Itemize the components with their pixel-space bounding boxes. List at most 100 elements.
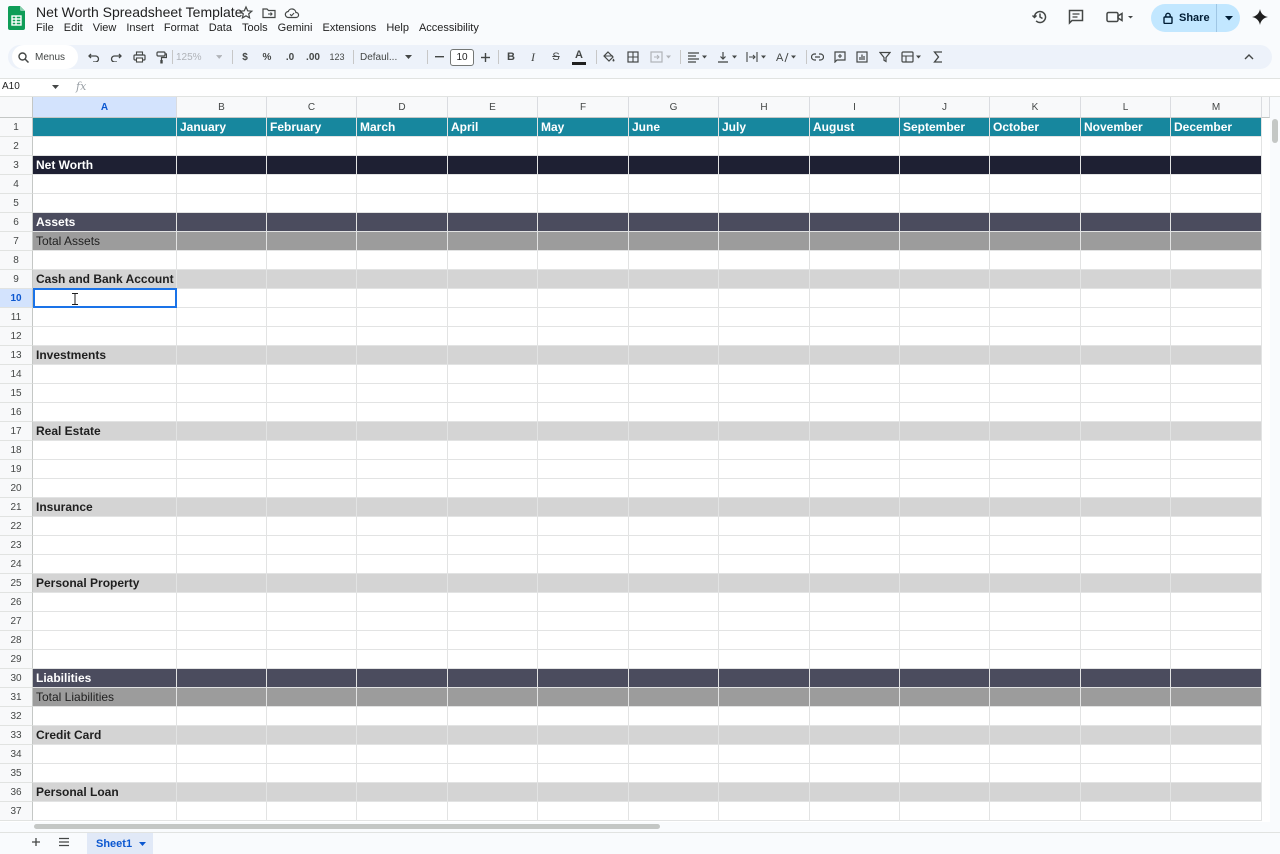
vertical-align-button[interactable] [716, 45, 740, 69]
row-label-cell[interactable]: Personal Loan [36, 783, 119, 802]
row-label-cell[interactable]: Net Worth [36, 156, 93, 175]
column-header-a[interactable]: A [33, 97, 177, 118]
insert-link-button[interactable] [810, 45, 824, 69]
menu-file[interactable]: File [36, 22, 54, 38]
chevron-down-icon[interactable] [52, 85, 59, 89]
row-header-6[interactable]: 6 [0, 213, 33, 232]
row-label-cell[interactable]: Total Assets [36, 232, 100, 251]
row-header-30[interactable]: 30 [0, 669, 33, 688]
font-size-input[interactable]: 10 [450, 49, 474, 66]
column-header-m[interactable]: M [1171, 97, 1262, 118]
column-header-g[interactable]: G [629, 97, 719, 118]
italic-button[interactable]: I [526, 45, 540, 69]
column-header-j[interactable]: J [900, 97, 990, 118]
column-header-c[interactable]: C [267, 97, 357, 118]
column-header-h[interactable]: H [719, 97, 810, 118]
row-header-35[interactable]: 35 [0, 764, 33, 783]
undo-button[interactable] [87, 45, 101, 69]
print-button[interactable] [131, 45, 147, 69]
row-header-26[interactable]: 26 [0, 593, 33, 612]
row-header-8[interactable]: 8 [0, 251, 33, 270]
currency-format-button[interactable]: $ [238, 45, 252, 69]
month-header-cell[interactable]: June [632, 118, 660, 137]
row-header-28[interactable]: 28 [0, 631, 33, 650]
merge-cells-button[interactable] [649, 45, 673, 69]
row-header-25[interactable]: 25 [0, 574, 33, 593]
menu-data[interactable]: Data [209, 22, 232, 38]
month-header-cell[interactable]: October [993, 118, 1039, 137]
row-header-7[interactable]: 7 [0, 232, 33, 251]
column-header-f[interactable]: F [538, 97, 629, 118]
chevron-down-icon[interactable] [139, 841, 147, 846]
row-header-29[interactable]: 29 [0, 650, 33, 669]
row-header-13[interactable]: 13 [0, 346, 33, 365]
month-header-cell[interactable]: May [541, 118, 564, 137]
vertical-scrollbar[interactable] [1270, 97, 1280, 822]
star-icon[interactable] [238, 5, 254, 21]
vertical-scroll-thumb[interactable] [1272, 119, 1278, 143]
increase-decimal-button[interactable]: .00 [304, 45, 322, 69]
row-header-23[interactable]: 23 [0, 536, 33, 555]
insert-chart-button[interactable] [855, 45, 869, 69]
filter-views-button[interactable] [900, 45, 924, 69]
increase-font-size-button[interactable] [479, 45, 491, 69]
redo-button[interactable] [109, 45, 123, 69]
text-wrapping-button[interactable] [745, 45, 769, 69]
borders-button[interactable] [626, 45, 640, 69]
text-rotation-button[interactable]: A [775, 45, 799, 69]
create-filter-button[interactable] [878, 45, 892, 69]
comments-icon[interactable] [1067, 8, 1085, 26]
version-history-icon[interactable] [1031, 8, 1049, 26]
row-header-27[interactable]: 27 [0, 612, 33, 631]
functions-button[interactable] [931, 45, 945, 69]
month-header-cell[interactable]: April [451, 118, 478, 137]
row-header-2[interactable]: 2 [0, 137, 33, 156]
column-header-e[interactable]: E [448, 97, 538, 118]
month-header-cell[interactable]: February [270, 118, 321, 137]
percent-format-button[interactable]: % [260, 45, 274, 69]
fill-color-button[interactable] [602, 45, 616, 69]
row-header-31[interactable]: 31 [0, 688, 33, 707]
number-format-button[interactable]: 123 [328, 45, 346, 69]
active-cell-a10[interactable] [33, 288, 177, 308]
row-header-9[interactable]: 9 [0, 270, 33, 289]
row-label-cell[interactable]: Investments [36, 346, 106, 365]
insert-comment-button[interactable] [833, 45, 847, 69]
month-header-cell[interactable]: September [903, 118, 965, 137]
spreadsheet-grid[interactable]: ABCDEFGHIJKLM 1 2 3 4 5 6 7 8 9 10 11 12 13 14 15 16 17 1… [0, 97, 1270, 822]
row-header-37[interactable]: 37 [0, 802, 33, 821]
row-label-cell[interactable]: Credit Card [36, 726, 101, 745]
all-sheets-menu-icon[interactable] [58, 837, 70, 847]
gemini-sparkle-icon[interactable] [1251, 8, 1269, 26]
add-sheet-icon[interactable] [30, 836, 42, 848]
zoom-select[interactable]: 125% [176, 45, 222, 69]
row-header-18[interactable]: 18 [0, 441, 33, 460]
row-header-5[interactable]: 5 [0, 194, 33, 213]
search-menus-button[interactable]: Menus [12, 45, 78, 69]
row-header-32[interactable]: 32 [0, 707, 33, 726]
row-header-36[interactable]: 36 [0, 783, 33, 802]
sheets-logo-icon[interactable] [8, 6, 25, 30]
column-header-b[interactable]: B [177, 97, 267, 118]
strikethrough-button[interactable]: S [549, 45, 563, 69]
row-header-12[interactable]: 12 [0, 327, 33, 346]
row-header-16[interactable]: 16 [0, 403, 33, 422]
row-header-17[interactable]: 17 [0, 422, 33, 441]
row-header-33[interactable]: 33 [0, 726, 33, 745]
row-header-19[interactable]: 19 [0, 460, 33, 479]
menu-extensions[interactable]: Extensions [323, 22, 377, 38]
row-header-14[interactable]: 14 [0, 365, 33, 384]
horizontal-align-button[interactable] [686, 45, 710, 69]
menu-gemini[interactable]: Gemini [278, 22, 313, 38]
row-header-4[interactable]: 4 [0, 175, 33, 194]
font-family-select[interactable]: Defaul... [360, 45, 420, 69]
row-header-21[interactable]: 21 [0, 498, 33, 517]
horizontal-scroll-thumb[interactable] [34, 824, 660, 829]
paint-format-button[interactable] [154, 45, 168, 69]
month-header-cell[interactable]: December [1174, 118, 1232, 137]
month-header-cell[interactable]: November [1084, 118, 1143, 137]
row-header-3[interactable]: 3 [0, 156, 33, 175]
select-all-corner[interactable] [0, 97, 33, 118]
row-header-34[interactable]: 34 [0, 745, 33, 764]
cloud-status-icon[interactable] [284, 5, 300, 21]
